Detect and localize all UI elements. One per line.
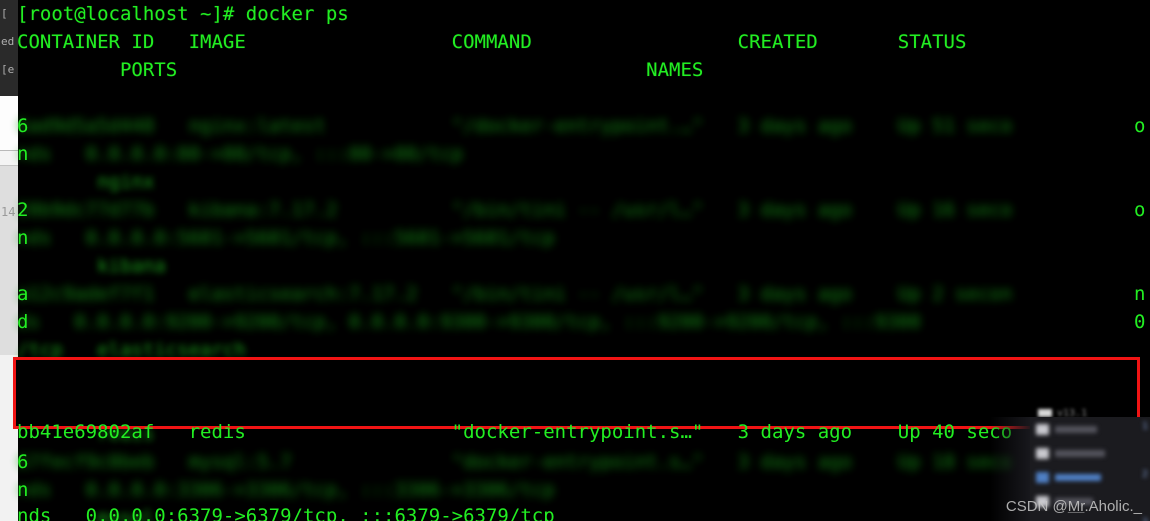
watermark-suffix: .Aholic._ [1084,498,1142,515]
highlighted-row-text: bb41e69802af redis "docker-entrypoint.s…… [17,357,1012,521]
terminal-screenshot: [ ed [e 14 [root@localhost ~]# docker ps… [0,0,1150,521]
list-item[interactable]: 3 [1030,465,1150,521]
row-edge-char: n [17,143,29,165]
item-label [1055,473,1101,481]
watermark-prefix: CSDN @ [1005,498,1068,515]
row-edge-char: d [17,311,29,333]
csdn-watermark: CSDN @Mr.Aholic._ [1006,498,1142,515]
row-edge-char: 0 [1134,311,1146,333]
item-label [1055,425,1097,433]
item-index: 1 [1141,421,1148,432]
row-edge-char: o [1134,199,1146,221]
table-row: ds 0.0.0.0:9200->9200/tcp, 0.0.0.0:9300-… [17,311,921,333]
row-edge-char: 2 [17,199,29,221]
table-row: kibana [17,255,166,277]
table-row: nginx [17,171,155,193]
row-edge-char: o [1134,115,1146,137]
table-row: 28b9dc77d77b kibana:7.17.2 "/bin/tini --… [17,199,1013,221]
table-row: 6ad9d5a5d448 nginx:latest "/docker-entry… [17,115,1013,137]
table-header-line-2: PORTS NAMES [17,59,704,81]
prompt-line: [root@localhost ~]# docker ps [17,3,349,25]
window-icon [1038,409,1052,417]
watermark-handle: Mr [1067,498,1085,515]
list-item[interactable]: 2 [1030,441,1150,480]
item-thumbnail [1036,423,1049,435]
row-edge-char: 6 [17,115,29,137]
table-row: a12c9adef7f1 elasticsearch:7.17.2 "/bin/… [17,283,1013,305]
item-label [1055,449,1105,457]
highlighted-row-line-1: bb41e69802af redis "docker-entrypoint.s…… [17,421,1013,443]
row-edge-char: n [1134,283,1146,305]
table-row: nds 0.0.0.0:80->80/tcp, :::80->80/tcp [17,143,464,165]
item-thumbnail [1036,471,1049,483]
item-index: 3 [1142,517,1148,521]
list-item[interactable]: 1 [1030,417,1150,441]
table-header-line-1: CONTAINER ID IMAGE COMMAND CREATED STATU… [17,31,967,53]
highlighted-row-line-2: nds 0.0.0.0:6379->6379/tcp, :::6379->637… [17,505,555,521]
table-row: nds 0.0.0.0:5601->5601/tcp, :::5601->560… [17,227,555,249]
row-edge-char: a [17,283,29,305]
row-edge-char: n [17,227,29,249]
item-thumbnail [1036,447,1049,459]
